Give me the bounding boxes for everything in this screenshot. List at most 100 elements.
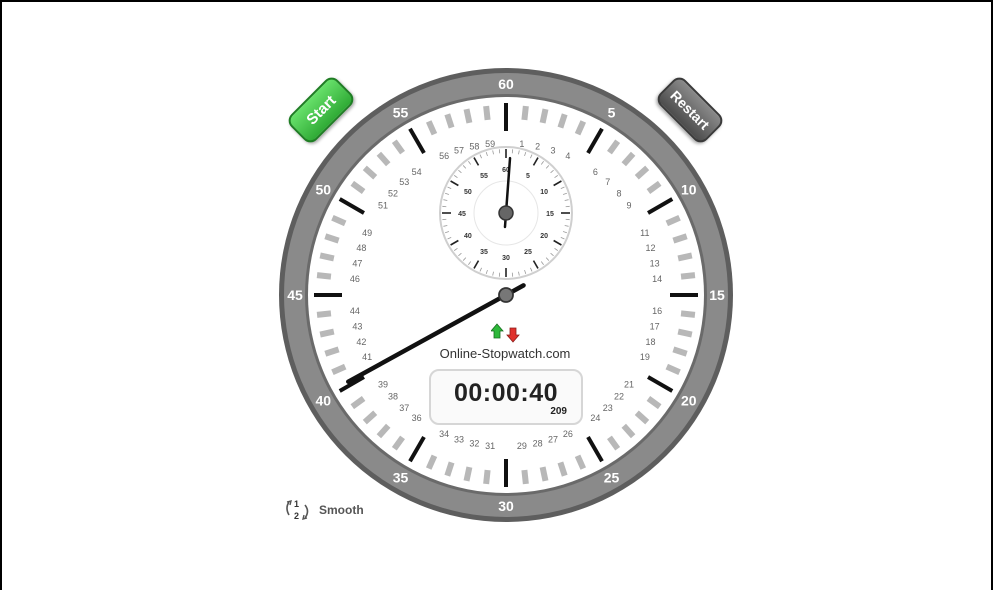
dial-tick (539, 108, 549, 124)
smooth-label: Smooth (319, 503, 364, 517)
dial-tick (319, 328, 335, 338)
smooth-toggle[interactable]: 1 2 Smooth (283, 498, 364, 522)
minor-number: 4 (565, 151, 570, 161)
minor-number: 31 (485, 441, 495, 451)
subdial-number: 25 (524, 249, 532, 256)
minor-number: 43 (352, 322, 362, 332)
minor-number: 13 (650, 258, 660, 268)
dial-tick (319, 252, 335, 262)
minor-number: 28 (533, 439, 543, 449)
bezel-number: 15 (709, 287, 725, 303)
dial-tick (680, 272, 696, 280)
dial-tick (444, 461, 455, 477)
bezel-number: 10 (681, 182, 697, 198)
minor-number: 7 (605, 177, 610, 187)
minor-number: 9 (626, 201, 631, 211)
dial-tick (463, 466, 473, 482)
dial-tick (521, 469, 529, 485)
minor-number: 32 (469, 439, 479, 449)
minor-number: 42 (356, 337, 366, 347)
minor-number: 57 (454, 145, 464, 155)
bezel-number: 60 (498, 76, 514, 92)
subdial-number: 15 (546, 211, 554, 218)
minor-number: 54 (412, 167, 422, 177)
minor-number: 48 (356, 243, 366, 253)
bezel-number: 55 (393, 104, 409, 120)
subdial-number: 45 (458, 211, 466, 218)
minor-number: 23 (603, 403, 613, 413)
bezel-number: 35 (393, 470, 409, 486)
bezel-number: 50 (315, 182, 331, 198)
dial-tick (324, 233, 340, 244)
minor-number: 22 (614, 392, 624, 402)
minor-number: 21 (624, 379, 634, 389)
bezel-number: 5 (608, 104, 616, 120)
start-label: Start (302, 91, 340, 129)
subdial-number: 50 (464, 189, 472, 196)
minor-number: 26 (563, 429, 573, 439)
minor-number: 8 (616, 188, 621, 198)
minor-number: 38 (388, 392, 398, 402)
digital-milliseconds: 209 (550, 406, 567, 417)
dial-tick (539, 466, 549, 482)
dial-tick (521, 105, 529, 121)
minor-number: 51 (378, 201, 388, 211)
minor-number: 47 (352, 258, 362, 268)
dial-tick (677, 328, 693, 338)
bezel-number: 25 (604, 470, 620, 486)
stopwatch-face: 605101520253035404550551 2 346789111213141… (279, 68, 733, 522)
subdial-number: 35 (480, 249, 488, 256)
minor-number: 24 (590, 413, 600, 423)
bezel-number: 30 (498, 498, 514, 514)
minor-number: 44 (350, 306, 360, 316)
minor-number: 52 (388, 188, 398, 198)
minor-number: 6 (593, 167, 598, 177)
dial-tick (677, 252, 693, 262)
dial-tick (444, 113, 455, 129)
svg-text:1: 1 (294, 499, 299, 509)
minor-number: 41 (362, 352, 372, 362)
cycle-12-icon: 1 2 (286, 499, 309, 521)
minor-number: 34 (439, 429, 449, 439)
dial-tick (680, 310, 696, 318)
svg-text:2: 2 (294, 511, 299, 521)
subdial-number: 30 (502, 255, 510, 262)
bezel-number: 40 (315, 393, 331, 409)
dial-tick (324, 346, 340, 357)
dial-tick (557, 113, 568, 129)
minor-number: 19 (640, 352, 650, 362)
subdial-number: 5 (526, 173, 530, 180)
subdial-number: 10 (540, 189, 548, 196)
dial-tick (316, 310, 332, 318)
dial-tick (557, 461, 568, 477)
subdial-hub (498, 205, 514, 221)
minor-number: 56 (439, 151, 449, 161)
dial-tick (316, 272, 332, 280)
dial-tick (483, 105, 491, 121)
minor-number: 2 (535, 141, 540, 151)
subdial-number: 55 (480, 173, 488, 180)
minor-number: 1 (519, 139, 524, 149)
minor-number: 49 (362, 228, 372, 238)
minor-number: 53 (399, 177, 409, 187)
center-hub (498, 287, 514, 303)
dial-tick (463, 108, 473, 124)
subdial-number: 20 (540, 233, 548, 240)
minor-number: 18 (646, 337, 656, 347)
minor-number: 29 (517, 441, 527, 451)
minor-number: 36 (412, 413, 422, 423)
brand-text: Online-Stopwatch.com (439, 346, 571, 361)
minor-number: 16 (652, 306, 662, 316)
subdial-number: 40 (464, 233, 472, 240)
digital-time: 00:00:40 (453, 379, 559, 407)
digital-display: 00:00:40 209 (429, 369, 583, 425)
minor-number: 27 (548, 435, 558, 445)
minor-number: 12 (646, 243, 656, 253)
minor-number: 14 (652, 274, 662, 284)
minor-number: 11 (640, 228, 649, 238)
toggle-direction-icon[interactable] (491, 322, 525, 344)
bezel-number: 45 (287, 287, 303, 303)
dial-tick (483, 469, 491, 485)
minor-number: 37 (399, 403, 409, 413)
minor-number: 46 (350, 274, 360, 284)
